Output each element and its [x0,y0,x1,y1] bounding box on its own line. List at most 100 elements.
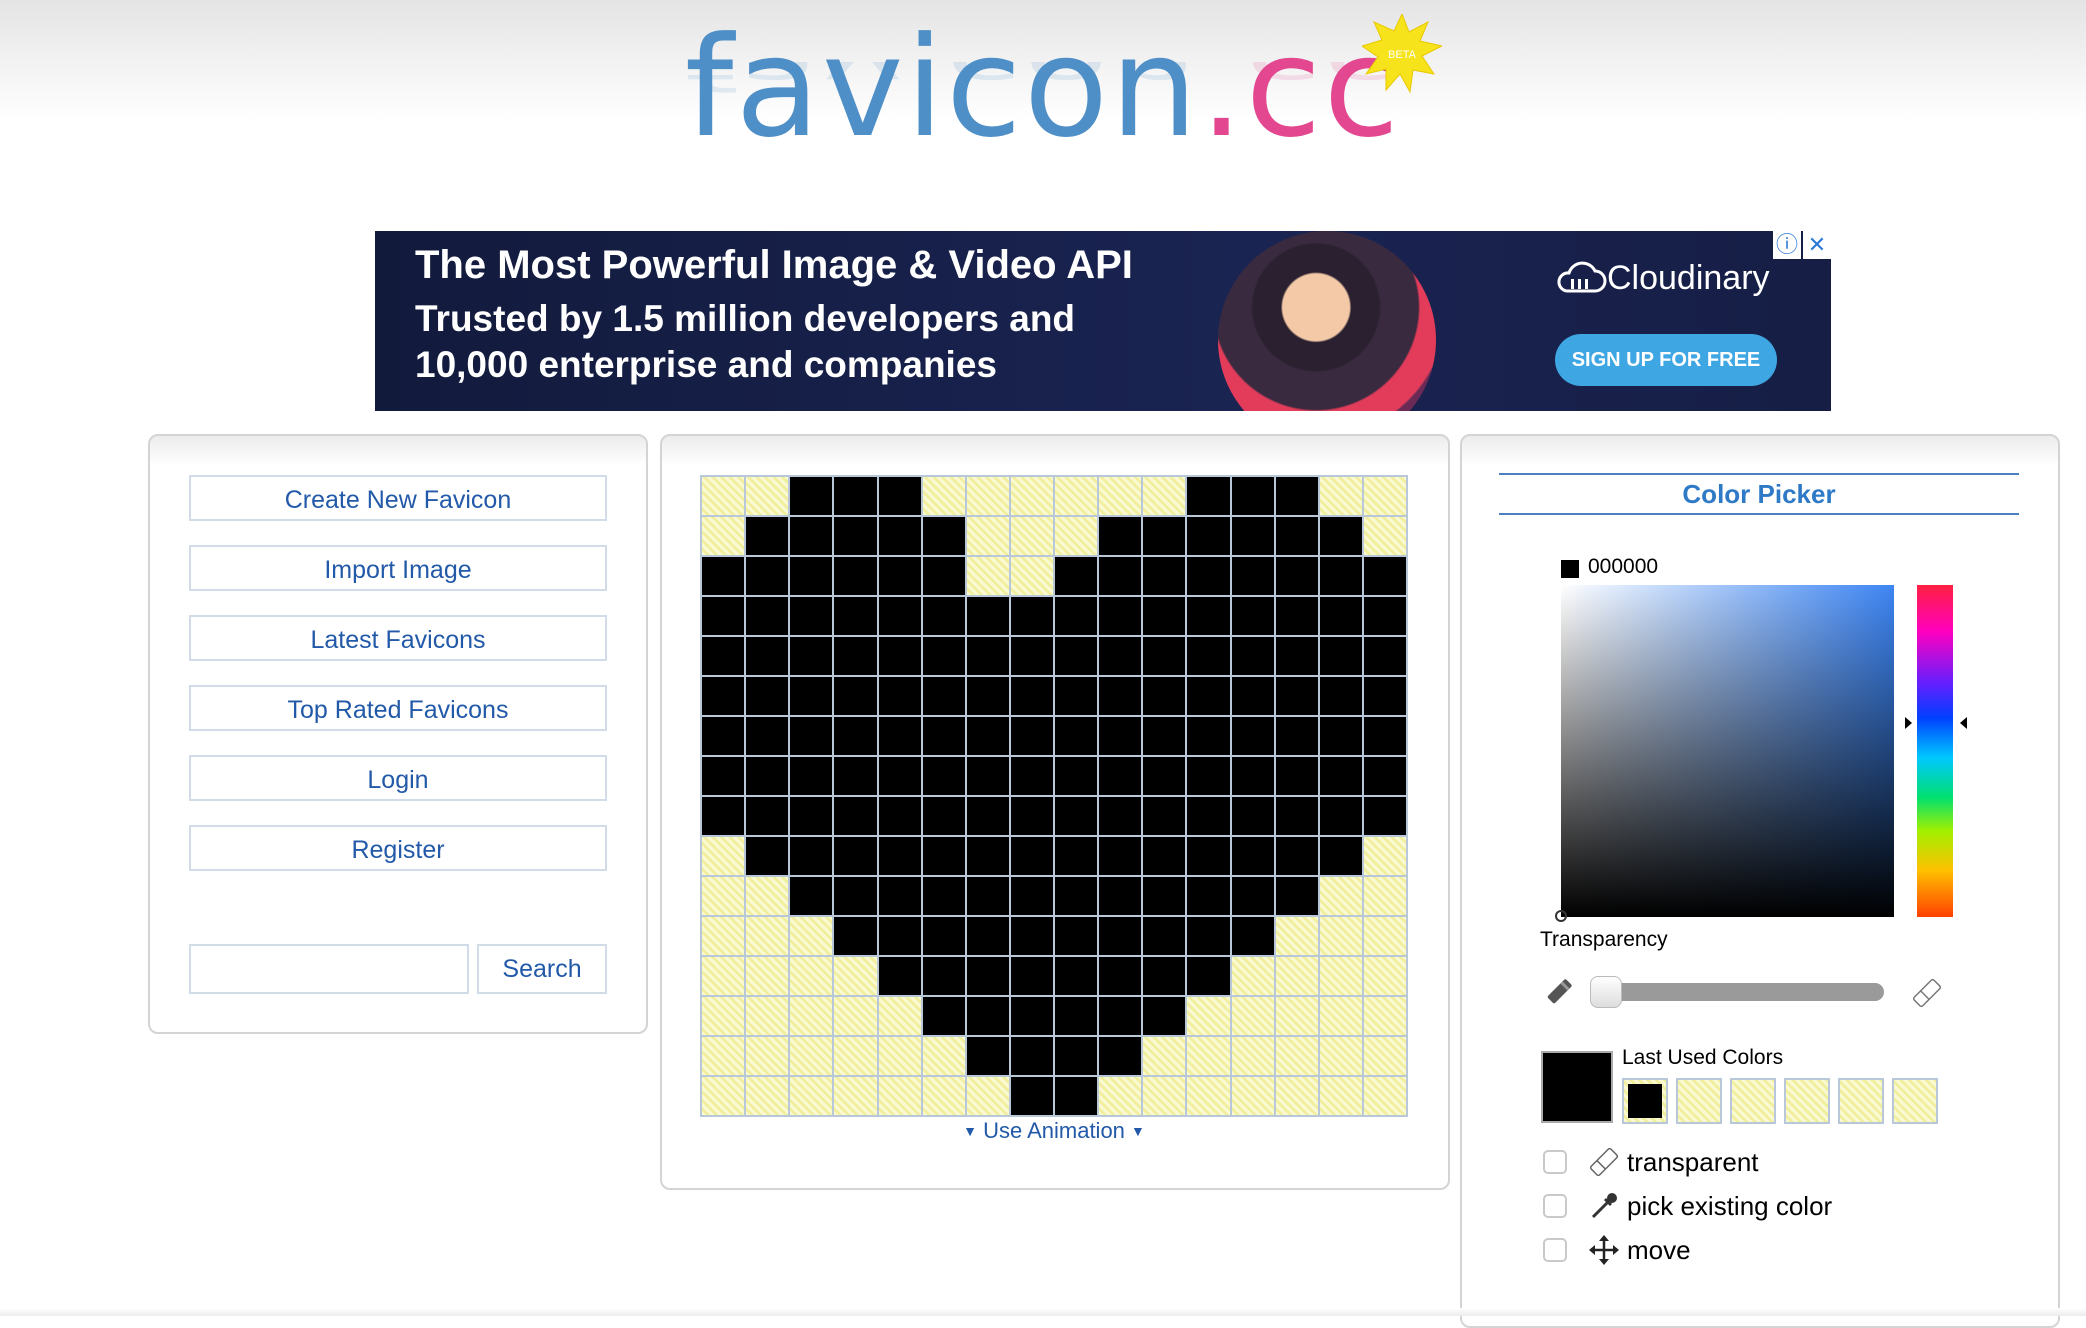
search-input[interactable] [189,944,469,994]
pixel-cell[interactable] [1363,717,1406,755]
pixel-cell[interactable] [1099,717,1142,755]
pixel-cell[interactable] [966,637,1009,675]
pixel-cell[interactable] [878,917,921,955]
pixel-cell[interactable] [922,1077,965,1115]
pixel-cell[interactable] [1275,637,1318,675]
register-button[interactable]: Register [189,825,607,871]
pixel-cell[interactable] [1010,877,1053,915]
pixel-cell[interactable] [922,797,965,835]
pixel-cell[interactable] [1055,837,1098,875]
pixel-cell[interactable] [922,837,965,875]
pixel-cell[interactable] [1319,837,1362,875]
pixel-cell[interactable] [1055,677,1098,715]
pixel-cell[interactable] [1275,477,1318,515]
pixel-cell[interactable] [1363,837,1406,875]
pixel-cell[interactable] [1187,1037,1230,1075]
pixel-cell[interactable] [834,917,877,955]
pixel-cell[interactable] [1143,517,1186,555]
pixel-cell[interactable] [1363,1077,1406,1115]
pixel-cell[interactable] [922,997,965,1035]
pixel-cell[interactable] [746,637,789,675]
pixel-cell[interactable] [1099,997,1142,1035]
pixel-cell[interactable] [1099,637,1142,675]
create-new-favicon-button[interactable]: Create New Favicon [189,475,607,521]
pixel-cell[interactable] [1055,637,1098,675]
pixel-cell[interactable] [1231,1077,1274,1115]
pixel-cell[interactable] [1010,957,1053,995]
pixel-cell[interactable] [1143,717,1186,755]
pixel-cell[interactable] [1010,757,1053,795]
pixel-cell[interactable] [790,1037,833,1075]
pixel-cell[interactable] [878,717,921,755]
pixel-cell[interactable] [922,557,965,595]
pixel-cell[interactable] [790,997,833,1035]
pixel-cell[interactable] [966,557,1009,595]
last-used-color-6[interactable] [1892,1078,1938,1124]
pixel-cell[interactable] [834,517,877,555]
pixel-cell[interactable] [922,517,965,555]
hue-marker-left-icon[interactable] [1905,717,1912,729]
pixel-cell[interactable] [1231,917,1274,955]
pixel-cell[interactable] [790,877,833,915]
pixel-cell[interactable] [1055,517,1098,555]
pixel-grid[interactable] [700,475,1408,1117]
pixel-cell[interactable] [1143,997,1186,1035]
last-used-color-4[interactable] [1784,1078,1830,1124]
ad-signup-button[interactable]: SIGN UP FOR FREE [1555,334,1777,386]
pixel-cell[interactable] [922,877,965,915]
advertisement-banner[interactable]: The Most Powerful Image & Video API Trus… [375,231,1831,411]
pixel-cell[interactable] [1143,757,1186,795]
pixel-cell[interactable] [790,757,833,795]
pixel-cell[interactable] [1275,1037,1318,1075]
pixel-cell[interactable] [1055,877,1098,915]
pixel-cell[interactable] [1010,717,1053,755]
pixel-cell[interactable] [922,677,965,715]
pixel-cell[interactable] [1319,597,1362,635]
pixel-cell[interactable] [966,477,1009,515]
pixel-cell[interactable] [746,1077,789,1115]
pixel-cell[interactable] [878,677,921,715]
pixel-cell[interactable] [790,637,833,675]
pixel-cell[interactable] [922,917,965,955]
pixel-cell[interactable] [834,557,877,595]
pixel-cell[interactable] [966,1037,1009,1075]
pixel-cell[interactable] [1363,557,1406,595]
pixel-cell[interactable] [702,757,745,795]
transparent-checkbox[interactable] [1543,1150,1567,1174]
pixel-cell[interactable] [1055,757,1098,795]
pixel-cell[interactable] [1231,597,1274,635]
pixel-cell[interactable] [746,677,789,715]
pixel-cell[interactable] [1363,757,1406,795]
latest-favicons-button[interactable]: Latest Favicons [189,615,607,661]
pixel-cell[interactable] [790,717,833,755]
pixel-cell[interactable] [834,637,877,675]
pixel-cell[interactable] [922,1037,965,1075]
pixel-cell[interactable] [1275,557,1318,595]
pixel-cell[interactable] [702,917,745,955]
pixel-cell[interactable] [1143,677,1186,715]
pick-existing-color-checkbox[interactable] [1543,1194,1567,1218]
pixel-cell[interactable] [1275,837,1318,875]
pixel-cell[interactable] [1363,877,1406,915]
pixel-cell[interactable] [1143,557,1186,595]
transparent-option-label[interactable]: transparent [1627,1147,1759,1178]
pixel-cell[interactable] [1275,597,1318,635]
pixel-cell[interactable] [1231,877,1274,915]
pixel-cell[interactable] [1143,637,1186,675]
pixel-cell[interactable] [966,877,1009,915]
pixel-cell[interactable] [702,797,745,835]
pixel-cell[interactable] [1055,597,1098,635]
pixel-cell[interactable] [878,1037,921,1075]
pixel-cell[interactable] [1055,997,1098,1035]
move-checkbox[interactable] [1543,1238,1567,1262]
pixel-cell[interactable] [790,1077,833,1115]
pixel-cell[interactable] [1363,997,1406,1035]
pixel-cell[interactable] [1231,517,1274,555]
pixel-cell[interactable] [1143,877,1186,915]
pixel-cell[interactable] [1010,997,1053,1035]
pixel-cell[interactable] [1319,717,1362,755]
pixel-cell[interactable] [1143,957,1186,995]
hue-marker-right-icon[interactable] [1960,717,1967,729]
pixel-cell[interactable] [966,597,1009,635]
pixel-cell[interactable] [746,757,789,795]
